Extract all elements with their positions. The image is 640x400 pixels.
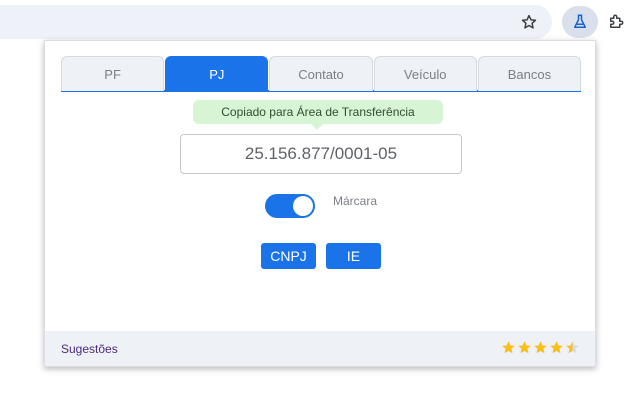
star-half-icon xyxy=(566,341,579,354)
browser-toolbar xyxy=(0,0,640,44)
tab-pf[interactable]: PF xyxy=(61,56,165,91)
tab-contato[interactable]: Contato xyxy=(269,56,373,91)
bookmark-star-icon[interactable] xyxy=(518,10,540,34)
tab-bancos[interactable]: Bancos xyxy=(477,56,582,91)
star-icon xyxy=(534,341,547,354)
beaker-extension-icon[interactable] xyxy=(562,6,598,38)
address-bar[interactable] xyxy=(0,5,552,39)
tab-veiculo[interactable]: Veículo xyxy=(373,56,477,91)
generate-ie-button[interactable]: IE xyxy=(326,243,381,269)
tooltip-arrow xyxy=(311,124,323,130)
toggle-knob xyxy=(293,196,313,216)
mask-toggle-label: Márcara xyxy=(333,194,378,208)
star-icon xyxy=(502,341,515,354)
generate-cnpj-button[interactable]: CNPJ xyxy=(261,243,316,269)
tab-pj[interactable]: PJ xyxy=(165,56,269,91)
popup-footer: Sugestões xyxy=(45,331,595,366)
suggestions-link[interactable]: Sugestões xyxy=(61,342,118,356)
star-icon xyxy=(518,341,531,354)
rating-stars[interactable] xyxy=(501,340,580,356)
extension-popup: PF PJ Contato Veículo Bancos Copiado par… xyxy=(44,40,596,367)
copied-tooltip: Copiado para Área de Transferência xyxy=(193,100,443,124)
generated-document-field[interactable] xyxy=(180,134,462,174)
mask-toggle[interactable] xyxy=(265,194,315,218)
tab-bar: PF PJ Contato Veículo Bancos xyxy=(61,56,582,92)
star-icon xyxy=(550,341,563,354)
puzzle-extensions-icon[interactable] xyxy=(604,10,628,34)
